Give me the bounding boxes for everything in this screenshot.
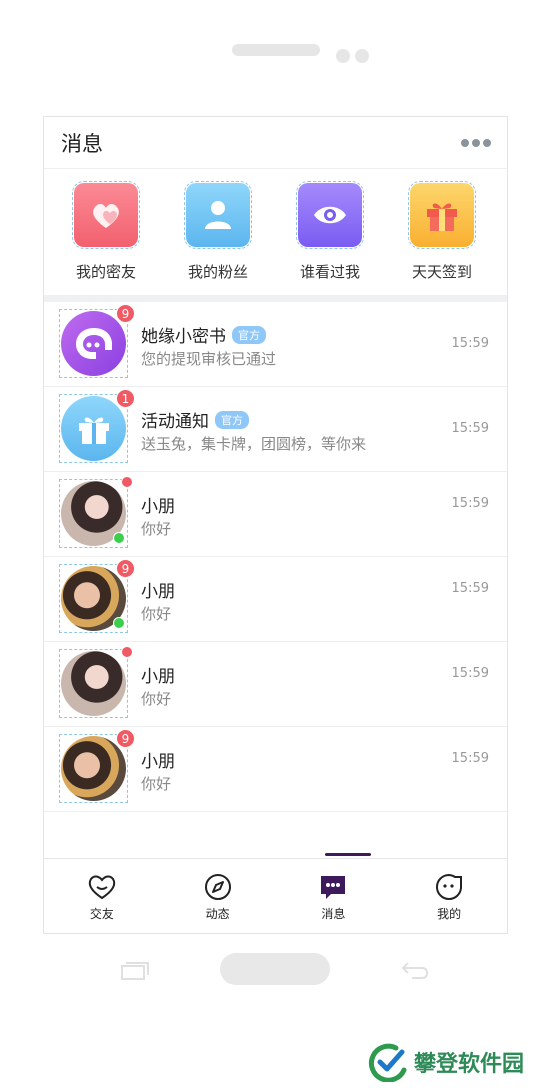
message-time: 15:59 (451, 751, 489, 766)
tab-label: 消息 (321, 907, 346, 921)
quick-label: 谁看过我 (299, 263, 360, 281)
page-title: 消息 (61, 131, 103, 156)
message-preview: 您的提现审核已通过 (141, 350, 277, 368)
back-icon[interactable] (400, 960, 430, 980)
quick-label: 天天签到 (411, 263, 472, 281)
contact-name: 小朋 (141, 667, 175, 687)
message-preview: 你好 (141, 775, 172, 793)
assistant-chat-icon (75, 327, 112, 359)
tab-friends[interactable]: 交友 (44, 859, 160, 933)
phone-sensor (355, 49, 369, 63)
chat-bubble-icon (318, 873, 348, 901)
quick-label: 我的粉丝 (187, 263, 248, 281)
app-screen: 消息 我的密友 我的粉丝 谁看过我 天天签到 9 她缘小密书 官方 您的提现审核… (43, 116, 508, 934)
bottom-tab-bar: 交友 动态 消息 我的 (44, 858, 507, 933)
tab-label: 动态 (205, 907, 230, 921)
tab-label: 我的 (437, 907, 462, 921)
watermark-text: 攀登软件园 (414, 1052, 525, 1077)
contact-name: 活动通知 官方 (141, 407, 249, 432)
avatar (59, 646, 133, 718)
gift-box-icon (408, 181, 476, 249)
contact-name: 小朋 (141, 497, 175, 517)
unread-badge: 9 (116, 304, 135, 323)
gift-icon (78, 417, 109, 444)
unread-badge: 1 (116, 389, 135, 408)
message-row[interactable]: 9 小朋 你好 15:59 (44, 557, 507, 642)
message-time: 15:59 (451, 496, 489, 511)
avatar: 9 (59, 729, 135, 803)
message-row[interactable]: 1 活动通知 官方 送玉兔，集卡牌，团圆榜，等你来 15:59 (44, 387, 507, 472)
online-indicator (113, 617, 125, 629)
avatar: 1 (59, 389, 135, 463)
message-time: 15:59 (451, 421, 489, 436)
message-preview: 你好 (141, 690, 172, 708)
heart-chat-icon (72, 181, 140, 249)
quick-close-friends[interactable]: 我的密友 (61, 181, 151, 282)
section-divider (44, 295, 507, 302)
unread-dot (121, 646, 133, 658)
eye-icon (296, 181, 364, 249)
active-tab-indicator (325, 853, 371, 856)
watermark: 攀登软件园 (366, 1042, 524, 1082)
avatar-photo (61, 736, 126, 801)
avatar (59, 476, 133, 548)
user-icon (184, 181, 252, 249)
message-preview: 你好 (141, 520, 172, 538)
phone-speaker (232, 44, 320, 56)
official-tag: 官方 (232, 325, 266, 344)
message-row[interactable]: 9 她缘小密书 官方 您的提现审核已通过 15:59 (44, 302, 507, 387)
message-time: 15:59 (451, 581, 489, 596)
unread-dot (121, 476, 133, 488)
message-time: 15:59 (451, 666, 489, 681)
message-row[interactable]: 小朋 你好 15:59 (44, 472, 507, 557)
home-button[interactable] (220, 953, 330, 985)
heart-icon (87, 873, 117, 901)
message-preview: 你好 (141, 605, 172, 623)
tab-messages[interactable]: 消息 (276, 859, 392, 933)
contact-name: 她缘小密书 官方 (141, 322, 266, 347)
unread-badge: 9 (116, 559, 135, 578)
quick-visitors[interactable]: 谁看过我 (285, 181, 375, 282)
avatar: 9 (59, 559, 135, 633)
online-indicator (113, 532, 125, 544)
quick-actions: 我的密友 我的粉丝 谁看过我 天天签到 (44, 169, 507, 295)
quick-label: 我的密友 (75, 263, 136, 281)
phone-camera (336, 49, 350, 63)
message-preview: 送玉兔，集卡牌，团圆榜，等你来 (141, 435, 367, 453)
message-row[interactable]: 9 小朋 你好 15:59 (44, 727, 507, 812)
tab-label: 交友 (89, 907, 114, 921)
recent-apps-icon[interactable] (120, 962, 150, 980)
compass-icon (203, 873, 233, 901)
tab-moments[interactable]: 动态 (160, 859, 276, 933)
avatar-photo (61, 651, 126, 716)
message-time: 15:59 (451, 336, 489, 351)
unread-badge: 9 (116, 729, 135, 748)
watermark-logo-icon (368, 1043, 407, 1082)
contact-name: 小朋 (141, 582, 175, 602)
quick-checkin[interactable]: 天天签到 (397, 181, 487, 282)
face-icon (434, 873, 464, 901)
quick-fans[interactable]: 我的粉丝 (173, 181, 263, 282)
page-header: 消息 (44, 117, 507, 169)
message-row[interactable]: 小朋 你好 15:59 (44, 642, 507, 727)
tab-profile[interactable]: 我的 (391, 859, 507, 933)
official-tag: 官方 (215, 410, 249, 429)
avatar: 9 (59, 304, 135, 378)
contact-name: 小朋 (141, 752, 175, 772)
more-icon[interactable] (461, 138, 491, 147)
